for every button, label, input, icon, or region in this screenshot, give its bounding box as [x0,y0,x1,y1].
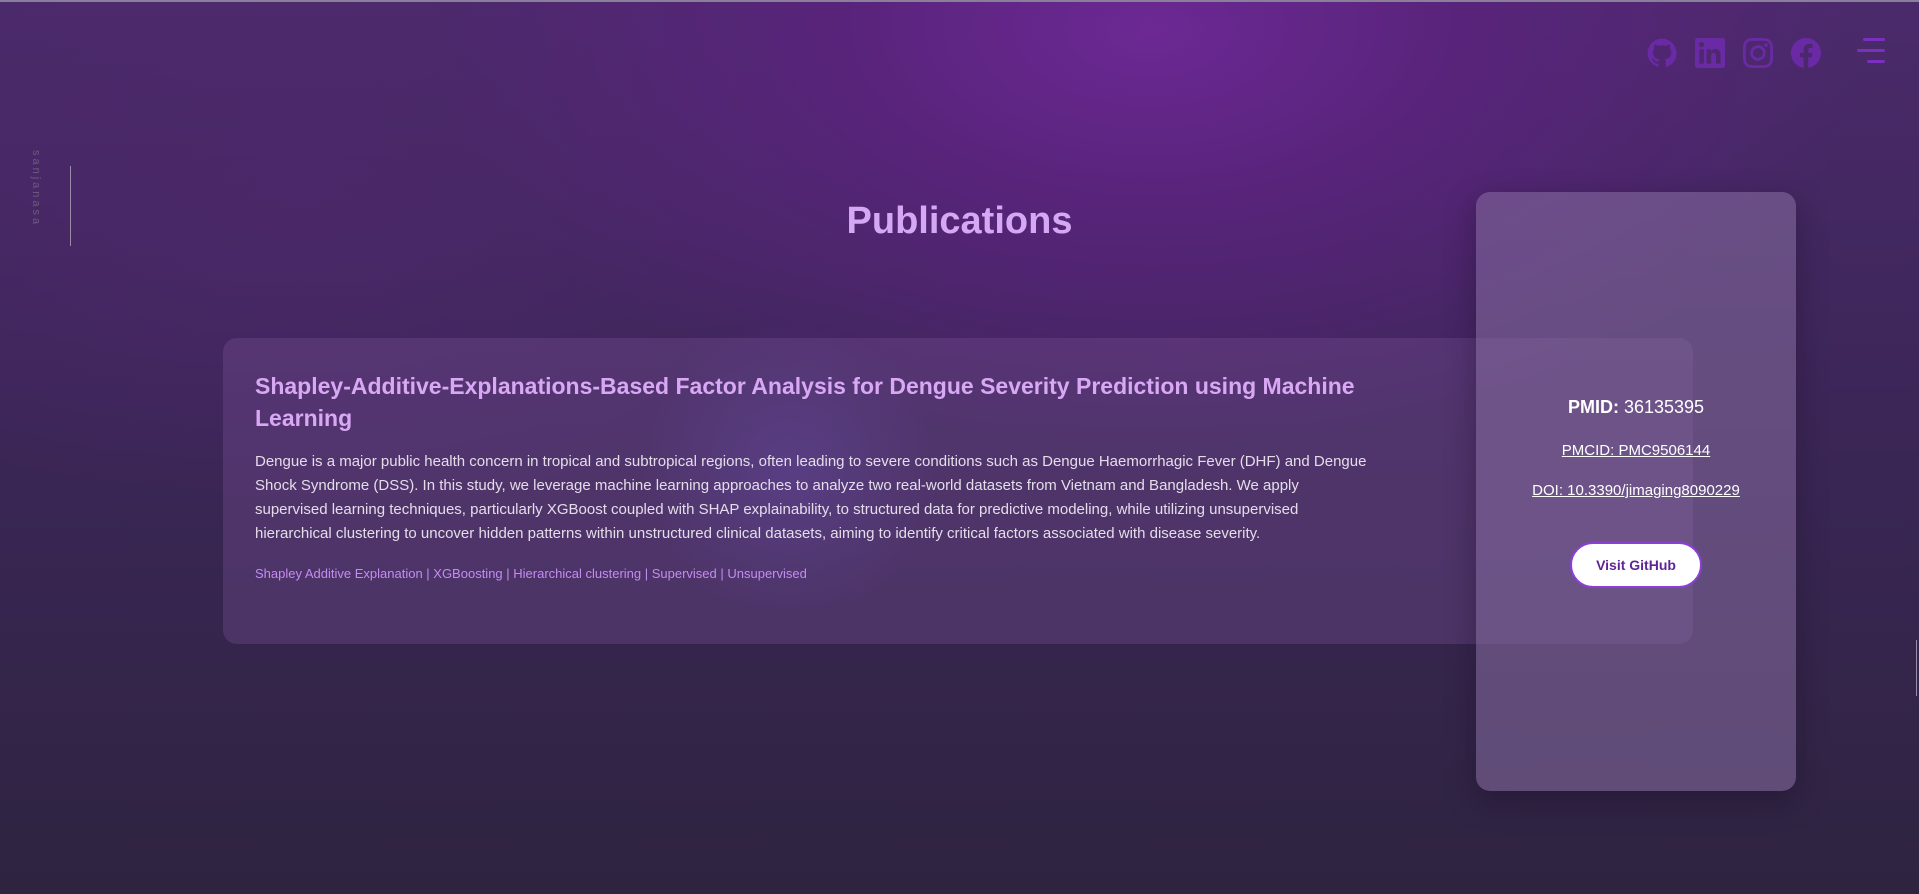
top-border [0,0,1919,2]
linkedin-icon[interactable] [1695,38,1725,68]
doi-link[interactable]: DOI: 10.3390/jimaging8090229 [1476,482,1796,499]
facebook-icon[interactable] [1791,38,1821,68]
pmid: PMID: 36135395 [1476,397,1796,418]
menu-icon[interactable] [1857,38,1885,64]
publication-details-panel: PMID: 36135395 PMCID: PMC9506144 DOI: 10… [1476,192,1796,791]
pmid-label: PMID: [1567,397,1619,417]
publication-tags: Shapley Additive Explanation | XGBoostin… [255,566,807,581]
scroll-indicator [1916,640,1917,696]
social-links [1647,38,1821,68]
publication-description: Dengue is a major public health concern … [255,453,1367,542]
publication-card: Shapley-Additive-Explanations-Based Fact… [223,338,1693,644]
pmcid-link[interactable]: PMCID: PMC9506144 [1476,442,1796,459]
instagram-icon[interactable] [1743,38,1773,68]
pmid-value: 36135395 [1623,397,1705,417]
publication-title: Shapley-Additive-Explanations-Based Fact… [255,373,1355,431]
visit-github-button[interactable]: Visit GitHub [1570,542,1702,588]
github-icon[interactable] [1647,38,1677,68]
